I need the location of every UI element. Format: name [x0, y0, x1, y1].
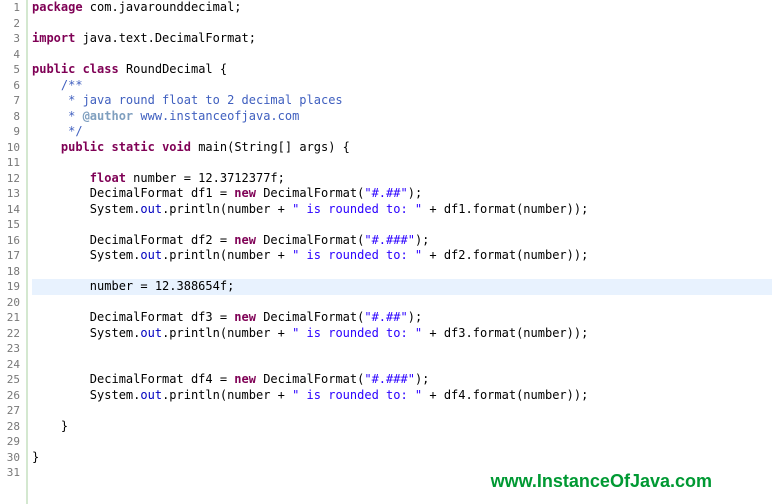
line-number: 31: [0, 465, 20, 481]
code-line: System.out.println(number + " is rounded…: [32, 202, 772, 218]
code-line: */: [32, 124, 772, 140]
line-number: 15: [0, 217, 20, 233]
line-number: 14: [0, 202, 20, 218]
code-line: [32, 357, 772, 373]
line-number: 1: [0, 0, 20, 16]
code-line: [32, 217, 772, 233]
line-number: 18: [0, 264, 20, 280]
line-number: 2: [0, 16, 20, 32]
code-line: public static void main(String[] args) {: [32, 140, 772, 156]
line-number: 22: [0, 326, 20, 342]
line-number: 23: [0, 341, 20, 357]
code-line: [32, 341, 772, 357]
line-number: 10: [0, 140, 20, 156]
line-number: 13: [0, 186, 20, 202]
line-number: 28: [0, 419, 20, 435]
code-line: [32, 295, 772, 311]
line-number: 11: [0, 155, 20, 171]
code-line: System.out.println(number + " is rounded…: [32, 388, 772, 404]
code-line-highlighted: number = 12.388654f;: [32, 279, 772, 295]
watermark-text: www.InstanceOfJava.com: [491, 471, 712, 492]
line-number: 27: [0, 403, 20, 419]
code-line: * @author www.instanceofjava.com: [32, 109, 772, 125]
line-number-gutter: 1 2 3 4 5 6 7 8 9 10 11 12 13 14 15 16 1…: [0, 0, 28, 504]
code-line: DecimalFormat df1 = new DecimalFormat("#…: [32, 186, 772, 202]
line-number: 7: [0, 93, 20, 109]
line-number: 19: [0, 279, 20, 295]
code-line: System.out.println(number + " is rounded…: [32, 248, 772, 264]
code-line: float number = 12.3712377f;: [32, 171, 772, 187]
code-line: DecimalFormat df3 = new DecimalFormat("#…: [32, 310, 772, 326]
code-line: DecimalFormat df4 = new DecimalFormat("#…: [32, 372, 772, 388]
line-number: 24: [0, 357, 20, 373]
line-number: 8: [0, 109, 20, 125]
line-number: 20: [0, 295, 20, 311]
line-number: 17: [0, 248, 20, 264]
line-number: 26: [0, 388, 20, 404]
code-area[interactable]: package com.javarounddecimal; import jav…: [28, 0, 772, 504]
code-line: [32, 403, 772, 419]
code-line: }: [32, 419, 772, 435]
code-line: }: [32, 450, 772, 466]
line-number: 9: [0, 124, 20, 140]
code-line: public class RoundDecimal {: [32, 62, 772, 78]
line-number: 4: [0, 47, 20, 63]
line-number: 6: [0, 78, 20, 94]
code-line: [32, 47, 772, 63]
code-line: [32, 155, 772, 171]
code-line: import java.text.DecimalFormat;: [32, 31, 772, 47]
line-number: 5: [0, 62, 20, 78]
code-line: * java round float to 2 decimal places: [32, 93, 772, 109]
line-number: 29: [0, 434, 20, 450]
line-number: 30: [0, 450, 20, 466]
line-number: 3: [0, 31, 20, 47]
code-line: DecimalFormat df2 = new DecimalFormat("#…: [32, 233, 772, 249]
code-line: /**: [32, 78, 772, 94]
line-number: 21: [0, 310, 20, 326]
code-editor: 1 2 3 4 5 6 7 8 9 10 11 12 13 14 15 16 1…: [0, 0, 772, 504]
code-line: package com.javarounddecimal;: [32, 0, 772, 16]
code-line: System.out.println(number + " is rounded…: [32, 326, 772, 342]
code-line: [32, 16, 772, 32]
line-number: 25: [0, 372, 20, 388]
line-number: 12: [0, 171, 20, 187]
line-number: 16: [0, 233, 20, 249]
code-line: [32, 264, 772, 280]
code-line: [32, 434, 772, 450]
